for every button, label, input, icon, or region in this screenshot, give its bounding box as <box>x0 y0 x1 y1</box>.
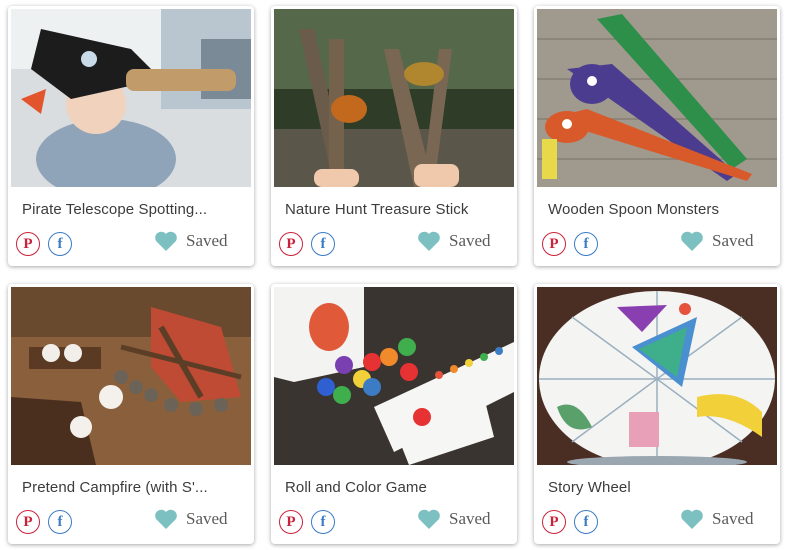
facebook-icon: f <box>57 235 63 252</box>
heart-icon <box>155 509 177 529</box>
story-wheel-photo <box>537 287 777 465</box>
activity-image[interactable] <box>537 9 777 187</box>
roll-and-color-photo <box>274 287 514 465</box>
activity-image[interactable] <box>11 9 251 187</box>
saved-button[interactable]: Saved <box>154 230 228 252</box>
facebook-icon: f <box>583 235 589 252</box>
saved-label: Saved <box>186 231 228 250</box>
pinterest-share-button[interactable]: P <box>279 232 303 256</box>
heart-icon <box>681 509 703 529</box>
activity-card[interactable]: Story Wheel P f Saved <box>534 284 780 544</box>
pinterest-icon: P <box>549 513 559 530</box>
saved-label: Saved <box>186 509 228 528</box>
facebook-share-button[interactable]: f <box>48 232 72 256</box>
saved-label: Saved <box>712 509 754 528</box>
activity-image[interactable] <box>537 287 777 465</box>
saved-button[interactable]: Saved <box>417 230 491 252</box>
pinterest-icon: P <box>549 235 559 252</box>
pinterest-share-button[interactable]: P <box>542 232 566 256</box>
activity-title[interactable]: Nature Hunt Treasure Stick <box>285 201 505 218</box>
saved-button[interactable]: Saved <box>680 508 754 530</box>
pirate-telescope-photo <box>11 9 251 187</box>
heart-icon <box>681 231 703 251</box>
saved-button[interactable]: Saved <box>154 508 228 530</box>
activity-title[interactable]: Roll and Color Game <box>285 479 505 496</box>
saved-label: Saved <box>712 231 754 250</box>
heart-icon <box>155 231 177 251</box>
facebook-share-button[interactable]: f <box>574 232 598 256</box>
activity-title[interactable]: Pretend Campfire (with S'... <box>22 479 242 496</box>
heart-icon <box>418 509 440 529</box>
activity-card[interactable]: Pretend Campfire (with S'... P f Saved <box>8 284 254 544</box>
facebook-share-button[interactable]: f <box>48 510 72 534</box>
heart-icon <box>418 231 440 251</box>
activity-title[interactable]: Story Wheel <box>548 479 768 496</box>
activity-title[interactable]: Pirate Telescope Spotting... <box>22 201 242 218</box>
facebook-share-button[interactable]: f <box>311 232 335 256</box>
wooden-spoon-monsters-photo <box>537 9 777 187</box>
activity-card[interactable]: Nature Hunt Treasure Stick P f Saved <box>271 6 517 266</box>
pinterest-share-button[interactable]: P <box>542 510 566 534</box>
activity-title[interactable]: Wooden Spoon Monsters <box>548 201 768 218</box>
pinterest-icon: P <box>23 513 33 530</box>
facebook-icon: f <box>57 513 63 530</box>
saved-label: Saved <box>449 231 491 250</box>
facebook-icon: f <box>320 235 326 252</box>
activity-card[interactable]: Pirate Telescope Spotting... P f Saved <box>8 6 254 266</box>
pinterest-share-button[interactable]: P <box>16 510 40 534</box>
facebook-share-button[interactable]: f <box>311 510 335 534</box>
activity-image[interactable] <box>274 9 514 187</box>
pinterest-icon: P <box>23 235 33 252</box>
saved-label: Saved <box>449 509 491 528</box>
pinterest-icon: P <box>286 513 296 530</box>
pinterest-share-button[interactable]: P <box>16 232 40 256</box>
activity-image[interactable] <box>11 287 251 465</box>
facebook-icon: f <box>320 513 326 530</box>
activity-image[interactable] <box>274 287 514 465</box>
pinterest-share-button[interactable]: P <box>279 510 303 534</box>
pinterest-icon: P <box>286 235 296 252</box>
facebook-icon: f <box>583 513 589 530</box>
pretend-campfire-photo <box>11 287 251 465</box>
activity-card[interactable]: Roll and Color Game P f Saved <box>271 284 517 544</box>
facebook-share-button[interactable]: f <box>574 510 598 534</box>
saved-button[interactable]: Saved <box>417 508 491 530</box>
activity-card[interactable]: Wooden Spoon Monsters P f Saved <box>534 6 780 266</box>
saved-button[interactable]: Saved <box>680 230 754 252</box>
activity-grid: Pirate Telescope Spotting... P f Saved N… <box>0 0 788 550</box>
nature-stick-photo <box>274 9 514 187</box>
